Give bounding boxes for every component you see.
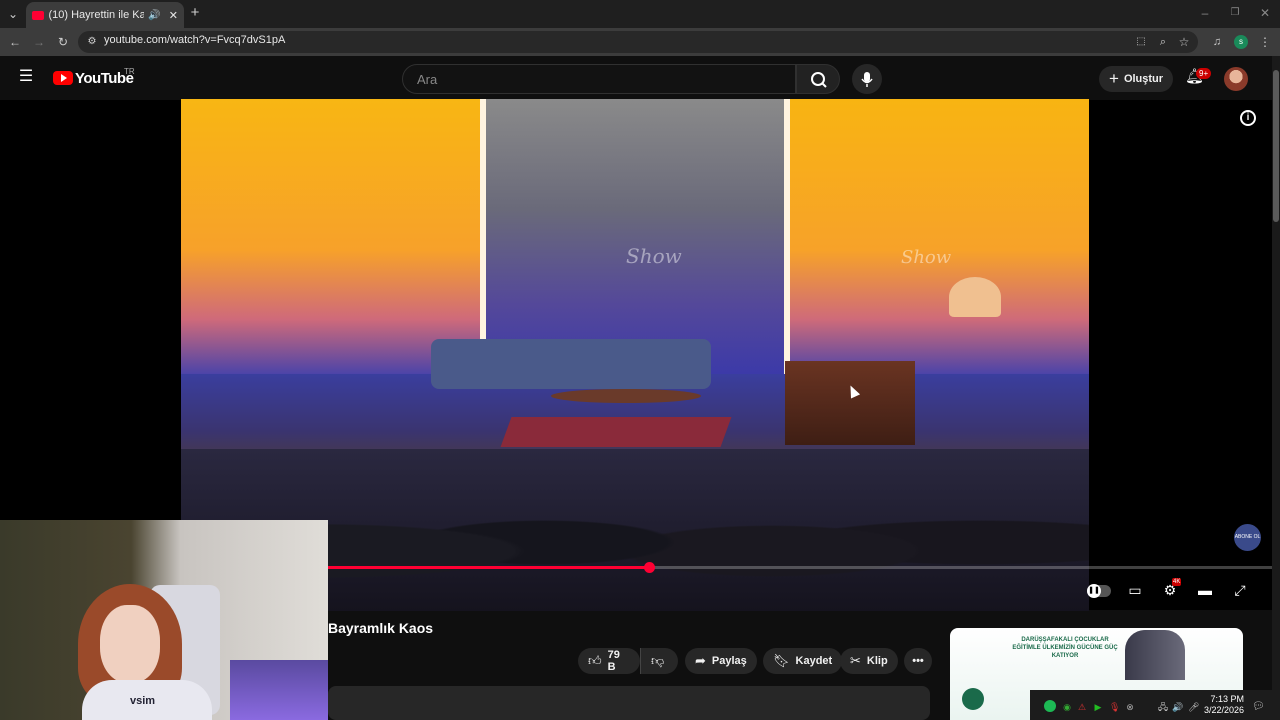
like-count: 79 B (607, 649, 620, 673)
streamer-face (100, 605, 160, 683)
plus-icon: + (1109, 69, 1119, 88)
stage-rug (500, 417, 732, 447)
network-icon[interactable]: 🖧 (1157, 700, 1169, 714)
reload-icon[interactable]: ↻ (56, 35, 70, 49)
clip-label: Klip (866, 655, 888, 667)
search-button[interactable] (796, 64, 840, 94)
system-clock[interactable]: 7:13 PM 3/22/2026 (1204, 694, 1244, 716)
bookmark-star-icon[interactable]: ☆ (1177, 35, 1191, 49)
thumbs-up-icon: 👍︎ (588, 653, 602, 668)
stage-screen-center (486, 99, 784, 374)
tray-icon[interactable]: ◉ (1062, 700, 1072, 714)
site-info-icon[interactable]: ⚙ (86, 35, 98, 49)
info-icon[interactable]: i (1240, 110, 1256, 126)
thumbs-down-icon: 👎︎ (651, 653, 665, 668)
show-logo-text: Show (626, 244, 682, 268)
more-dots-icon: ••• (912, 655, 924, 667)
warning-icon[interactable]: ⚠ (1077, 700, 1087, 714)
zoom-icon[interactable]: ⌕ (1156, 35, 1170, 49)
dislike-button[interactable]: 👎︎ (640, 648, 678, 674)
share-label: Paylaş (711, 655, 747, 667)
ad-channel-avatar (962, 688, 984, 710)
clock-time: 7:13 PM (1210, 694, 1245, 704)
window-close-icon[interactable]: ✕ (1258, 6, 1272, 20)
stage-couch (431, 339, 711, 389)
clock-date: 3/22/2026 (1204, 705, 1245, 715)
led-light (230, 660, 328, 720)
subtitles-icon[interactable]: ▭ (1125, 580, 1145, 600)
coffee-table (551, 389, 701, 403)
like-button[interactable]: 👍︎ 79 B (578, 648, 640, 674)
notifications-icon[interactable]: 💬︎ (1252, 700, 1265, 714)
country-code: TR (124, 67, 135, 76)
notification-badge: 9+ (1196, 68, 1212, 79)
autoplay-toggle-icon[interactable]: ❚❚ (1086, 580, 1112, 600)
settings-gear-icon[interactable]: ⚙ 4K (1160, 578, 1182, 600)
ad-headline: DARÜŞŞAFAKALI ÇOCUKLAR EĞİTİMLE ÜLKEMİZİ… (1012, 637, 1118, 659)
share-button[interactable]: ➦ Paylaş (685, 648, 757, 674)
mic-tray-icon[interactable]: 🎙︎ (1109, 700, 1120, 714)
cast-icon[interactable]: ⬚ (1134, 35, 1148, 49)
new-tab-plus-icon[interactable]: + (188, 5, 202, 20)
back-arrow-icon[interactable]: ← (8, 35, 22, 49)
progress-played[interactable] (328, 566, 649, 569)
microphone-icon (861, 72, 873, 87)
tab-close-icon[interactable]: ✕ (169, 9, 178, 22)
search-icon (811, 72, 827, 88)
more-actions-button[interactable]: ••• (904, 648, 932, 674)
play-tray-icon[interactable]: ▶ (1093, 700, 1103, 714)
browser-menu-icon[interactable]: ⋮ (1258, 35, 1272, 49)
theater-mode-icon[interactable]: ▬ (1195, 580, 1215, 600)
voice-search-button[interactable] (852, 64, 882, 94)
description-box[interactable] (328, 686, 930, 720)
hamburger-menu-icon[interactable]: ☰ (18, 69, 34, 85)
host-desk (785, 361, 915, 445)
user-avatar[interactable] (1224, 67, 1248, 91)
show-logo-text: Show (901, 247, 952, 268)
youtube-favicon-icon (32, 10, 44, 20)
search-placeholder: Ara (417, 71, 438, 87)
forward-arrow-icon[interactable]: → (32, 35, 46, 49)
streamer-webcam: vsim (0, 520, 328, 720)
volume-icon[interactable]: 🔊 (1172, 700, 1184, 714)
ad-image (1125, 630, 1185, 680)
save-label: Kaydet (795, 655, 833, 667)
create-label: Oluştur (1123, 73, 1164, 85)
save-button[interactable]: 🔖︎ Kaydet (763, 648, 843, 674)
window-minimize-icon[interactable]: – (1198, 6, 1212, 20)
scissors-icon: ✂ (850, 653, 861, 668)
clip-button[interactable]: ✂ Klip (840, 648, 898, 674)
video-title: Bayramlık Kaos (328, 620, 434, 636)
shirt-logo-text: vsim (130, 695, 156, 707)
create-button[interactable]: + Oluştur (1099, 66, 1173, 92)
url-text[interactable]: youtube.com/watch?v=Fvcq7dvS1pA (104, 34, 285, 46)
xbox-tray-icon[interactable]: ⊗ (1125, 700, 1135, 714)
youtube-logo-icon[interactable] (53, 71, 73, 85)
browser-tab[interactable]: (10) Hayrettin ile Kaos Show 🔊 ✕ (26, 2, 184, 28)
stage-screen-right (790, 99, 1089, 374)
spotify-icon[interactable] (1044, 700, 1056, 712)
bookmark-icon: 🔖︎ (773, 653, 790, 668)
tab-list-chevron-icon[interactable]: ⌄ (6, 7, 20, 21)
tab-audio-icon[interactable]: 🔊 (148, 10, 160, 21)
progress-scrubber[interactable] (643, 562, 655, 573)
share-arrow-icon: ➦ (695, 653, 706, 668)
stage-screen-left (181, 99, 480, 374)
fullscreen-icon[interactable]: ⤢ (1230, 580, 1250, 600)
channel-watermark[interactable]: ABONE OL (1234, 524, 1261, 551)
mic-icon[interactable]: 🎤︎ (1188, 700, 1199, 714)
window-restore-icon[interactable]: ❐ (1228, 6, 1242, 20)
quality-badge: 4K (1172, 578, 1182, 586)
profile-avatar[interactable]: s (1234, 35, 1248, 49)
tab-title: (10) Hayrettin ile Kaos Show (48, 9, 145, 21)
floor-lamp (949, 277, 1001, 317)
scrollbar-thumb[interactable] (1273, 70, 1279, 222)
media-control-icon[interactable]: ♫ (1210, 35, 1224, 49)
search-input[interactable]: Ara (402, 64, 796, 94)
